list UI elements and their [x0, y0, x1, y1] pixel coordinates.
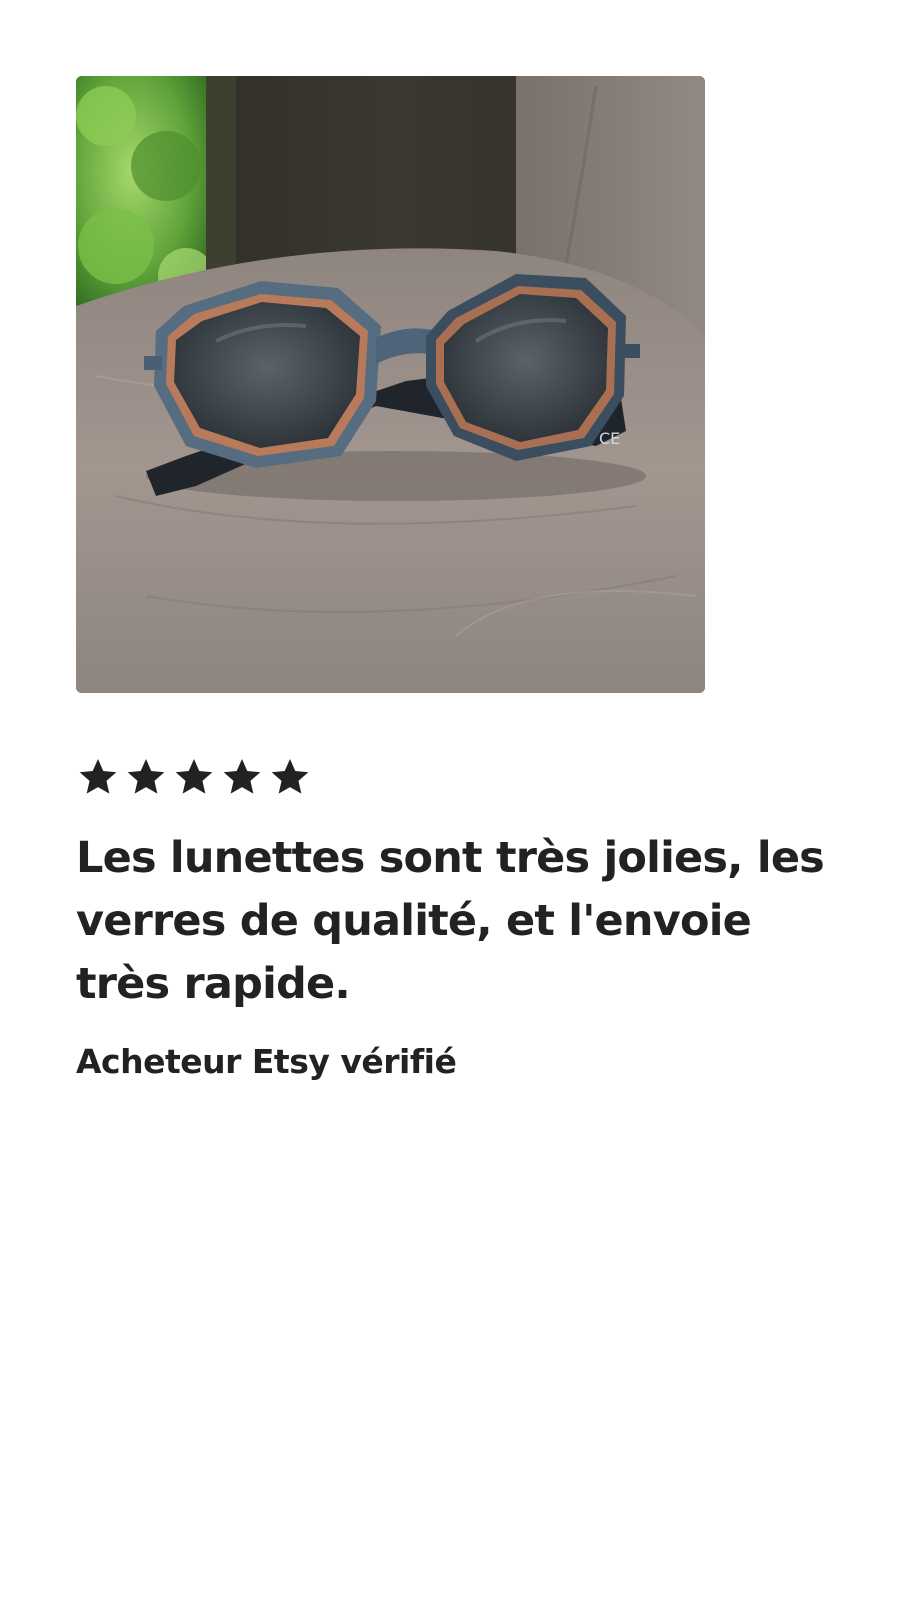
- star-icon: [76, 755, 120, 799]
- review-card: CE Les lunettes sont très jolies, les ve…: [76, 76, 836, 1084]
- star-icon: [268, 755, 312, 799]
- svg-text:CE: CE: [599, 429, 620, 448]
- reviewer-label: Acheteur Etsy vérifié: [76, 1042, 457, 1081]
- star-icon: [172, 755, 216, 799]
- star-icon: [220, 755, 264, 799]
- star-icon: [124, 755, 168, 799]
- sunglasses-photo: CE: [76, 76, 705, 693]
- review-photo[interactable]: CE: [76, 76, 705, 693]
- review-text: Les lunettes sont très jolies, les verre…: [76, 833, 825, 1009]
- rating-stars: [76, 755, 836, 799]
